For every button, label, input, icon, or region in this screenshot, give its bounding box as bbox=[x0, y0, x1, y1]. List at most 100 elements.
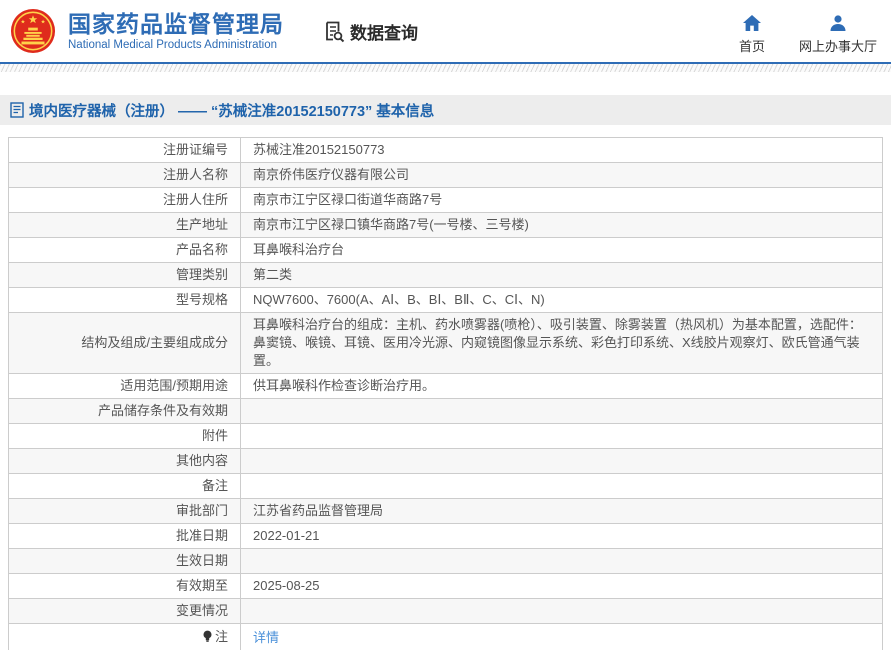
table-row: 注册人住所 南京市江宁区禄口街道华商路7号 bbox=[8, 187, 883, 213]
table-row: 变更情况 bbox=[8, 598, 883, 624]
table-row: 管理类别 第二类 bbox=[8, 262, 883, 288]
table-row: 注 详情 bbox=[8, 623, 883, 650]
table-row: 生产地址 南京市江宁区禄口镇华商路7号(一号楼、三号楼) bbox=[8, 212, 883, 238]
row-value: 供耳鼻喉科作检查诊断治疗用。 bbox=[240, 373, 883, 399]
row-value bbox=[240, 548, 883, 574]
row-label: 批准日期 bbox=[8, 523, 241, 549]
header-nav: 首页 网上办事大厅 bbox=[739, 8, 877, 55]
data-query-icon bbox=[326, 21, 345, 43]
table-row: 批准日期 2022-01-21 bbox=[8, 523, 883, 549]
data-query-tab[interactable]: 数据查询 bbox=[322, 19, 418, 44]
detail-link[interactable]: 详情 bbox=[253, 630, 279, 645]
table-row: 型号规格 NQW7600、7600(A、AⅠ、B、BⅠ、BⅡ、C、CⅠ、N) bbox=[8, 287, 883, 313]
row-label: 生产地址 bbox=[8, 212, 241, 238]
row-value: 南京侨伟医疗仪器有限公司 bbox=[240, 162, 883, 188]
row-label-text: 有效期至 bbox=[175, 578, 228, 593]
row-value bbox=[240, 398, 883, 424]
row-label: 有效期至 bbox=[8, 573, 241, 599]
row-value: 2025-08-25 bbox=[240, 573, 883, 599]
row-label-text: 变更情况 bbox=[175, 603, 228, 618]
row-value: NQW7600、7600(A、AⅠ、B、BⅠ、BⅡ、C、CⅠ、N) bbox=[240, 287, 883, 313]
table-row: 注册人名称 南京侨伟医疗仪器有限公司 bbox=[8, 162, 883, 188]
home-icon bbox=[742, 14, 761, 31]
row-label-text: 审批部门 bbox=[175, 503, 228, 518]
row-label-text: 生产地址 bbox=[175, 217, 228, 232]
row-label-text: 注 bbox=[214, 628, 228, 644]
nav-home[interactable]: 首页 bbox=[739, 8, 765, 55]
row-label-text: 注册人住所 bbox=[162, 192, 228, 207]
brand-text: 国家药品监督管理局 National Medical Products Admi… bbox=[68, 11, 284, 51]
row-value: 南京市江宁区禄口街道华商路7号 bbox=[240, 187, 883, 213]
bulb-icon bbox=[202, 630, 213, 648]
info-table-body: 注册证编号 苏械注准20152150773 注册人名称 南京侨伟医疗仪器有限公司 bbox=[8, 137, 883, 650]
row-value bbox=[240, 423, 883, 449]
info-table: 注册证编号 苏械注准20152150773 注册人名称 南京侨伟医疗仪器有限公司 bbox=[8, 137, 883, 650]
row-label-text: 其他内容 bbox=[175, 453, 228, 468]
row-label-text: 注册人名称 bbox=[162, 167, 228, 182]
row-label-text: 型号规格 bbox=[175, 292, 228, 307]
brand: 国家药品监督管理局 National Medical Products Admi… bbox=[10, 8, 418, 54]
table-row: 附件 bbox=[8, 423, 883, 449]
row-label: 变更情况 bbox=[8, 598, 241, 624]
row-label: 生效日期 bbox=[8, 548, 241, 574]
row-label-text: 产品储存条件及有效期 bbox=[97, 403, 228, 418]
site-subtitle: National Medical Products Administration bbox=[68, 39, 278, 51]
row-label-text: 产品名称 bbox=[175, 242, 228, 257]
row-label: 型号规格 bbox=[8, 287, 241, 313]
row-label: 结构及组成/主要组成成分 bbox=[8, 312, 241, 374]
row-value: 2022-01-21 bbox=[240, 523, 883, 549]
row-value bbox=[240, 448, 883, 474]
breadcrumb-text: 境内医疗器械（注册） —— “苏械注准20152150773” 基本信息 bbox=[29, 103, 435, 120]
row-value: 江苏省药品监督管理局 bbox=[240, 498, 883, 524]
row-label: 其他内容 bbox=[8, 448, 241, 474]
table-row: 生效日期 bbox=[8, 548, 883, 574]
site-header: 国家药品监督管理局 National Medical Products Admi… bbox=[0, 0, 891, 62]
nav-hall-label: 网上办事大厅 bbox=[798, 38, 877, 54]
row-label-text: 备注 bbox=[201, 478, 228, 493]
row-value: 耳鼻喉科治疗台的组成：主机、药水喷雾器(喷枪）、吸引装置、除雾装置（热风机）为基… bbox=[240, 312, 883, 374]
row-label: 注册人住所 bbox=[8, 187, 241, 213]
row-label: 适用范围/预期用途 bbox=[8, 373, 241, 399]
row-label-text: 批准日期 bbox=[175, 528, 228, 543]
row-label: 注册人名称 bbox=[8, 162, 241, 188]
table-row: 审批部门 江苏省药品监督管理局 bbox=[8, 498, 883, 524]
nav-service-hall[interactable]: 网上办事大厅 bbox=[799, 8, 877, 55]
table-row: 产品名称 耳鼻喉科治疗台 bbox=[8, 237, 883, 263]
site-title: 国家药品监督管理局 bbox=[68, 11, 284, 37]
table-row: 备注 bbox=[8, 473, 883, 499]
row-label-text: 附件 bbox=[201, 428, 228, 443]
hatch-stripe-band bbox=[0, 64, 891, 72]
row-value: 苏械注准20152150773 bbox=[240, 137, 883, 163]
nav-home-label: 首页 bbox=[738, 38, 765, 54]
row-label: 备注 bbox=[8, 473, 241, 499]
table-row: 产品储存条件及有效期 bbox=[8, 398, 883, 424]
document-icon bbox=[10, 102, 24, 118]
row-label: 产品名称 bbox=[8, 237, 241, 263]
breadcrumb: 境内医疗器械（注册） —— “苏械注准20152150773” 基本信息 bbox=[0, 95, 891, 125]
row-label-text: 管理类别 bbox=[175, 267, 228, 282]
row-label: 注 bbox=[8, 623, 241, 650]
table-row: 结构及组成/主要组成成分 耳鼻喉科治疗台的组成：主机、药水喷雾器(喷枪）、吸引装… bbox=[8, 312, 883, 374]
row-label: 附件 bbox=[8, 423, 241, 449]
row-label: 产品储存条件及有效期 bbox=[8, 398, 241, 424]
row-label-text: 适用范围/预期用途 bbox=[120, 378, 228, 393]
row-value: 第二类 bbox=[240, 262, 883, 288]
table-row: 其他内容 bbox=[8, 448, 883, 474]
row-label-text: 结构及组成/主要组成成分 bbox=[81, 335, 228, 350]
row-value: 详情 bbox=[240, 623, 883, 650]
row-label: 注册证编号 bbox=[8, 137, 241, 163]
row-value bbox=[240, 598, 883, 624]
row-value bbox=[240, 473, 883, 499]
table-row: 适用范围/预期用途 供耳鼻喉科作检查诊断治疗用。 bbox=[8, 373, 883, 399]
row-label-text: 注册证编号 bbox=[162, 142, 228, 157]
row-value: 耳鼻喉科治疗台 bbox=[240, 237, 883, 263]
row-label: 审批部门 bbox=[8, 498, 241, 524]
user-icon bbox=[830, 14, 846, 31]
table-row: 注册证编号 苏械注准20152150773 bbox=[8, 137, 883, 163]
row-label-text: 生效日期 bbox=[175, 553, 228, 568]
table-row: 有效期至 2025-08-25 bbox=[8, 573, 883, 599]
nmpa-emblem-logo bbox=[10, 8, 56, 54]
row-label: 管理类别 bbox=[8, 262, 241, 288]
row-value: 南京市江宁区禄口镇华商路7号(一号楼、三号楼) bbox=[240, 212, 883, 238]
data-query-label: 数据查询 bbox=[350, 23, 418, 43]
